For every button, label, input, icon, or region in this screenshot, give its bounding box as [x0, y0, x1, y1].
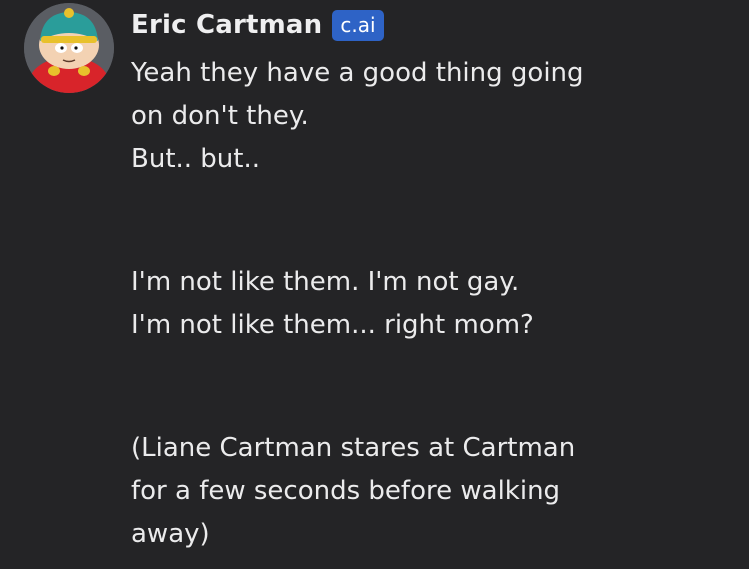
avatar[interactable] [24, 3, 114, 93]
text-line: But.. but.. [131, 144, 261, 174]
paragraph: (Liane Cartman stares at Cartman for a f… [131, 427, 731, 556]
text-line: (Liane Cartman stares at Cartman [131, 433, 576, 463]
text-line: Yeah they have a good thing going [131, 58, 584, 88]
message-text: Yeah they have a good thing going on don… [131, 52, 731, 556]
paragraph: I'm not like them. I'm not gay. I'm not … [131, 261, 731, 347]
chat-message: Eric Cartman c.ai Yeah they have a good … [0, 0, 749, 569]
message-header: Eric Cartman c.ai [131, 6, 384, 44]
text-line: I'm not like them. I'm not gay. [131, 267, 520, 297]
sender-name[interactable]: Eric Cartman [131, 10, 322, 40]
avatar-image [24, 3, 114, 93]
text-line: on don't they. [131, 101, 309, 131]
paragraph: Yeah they have a good thing going on don… [131, 52, 731, 181]
ai-badge: c.ai [332, 9, 384, 41]
text-line: away) [131, 519, 210, 549]
text-line: for a few seconds before walking [131, 476, 561, 506]
text-line: I'm not like them... right mom? [131, 310, 534, 340]
